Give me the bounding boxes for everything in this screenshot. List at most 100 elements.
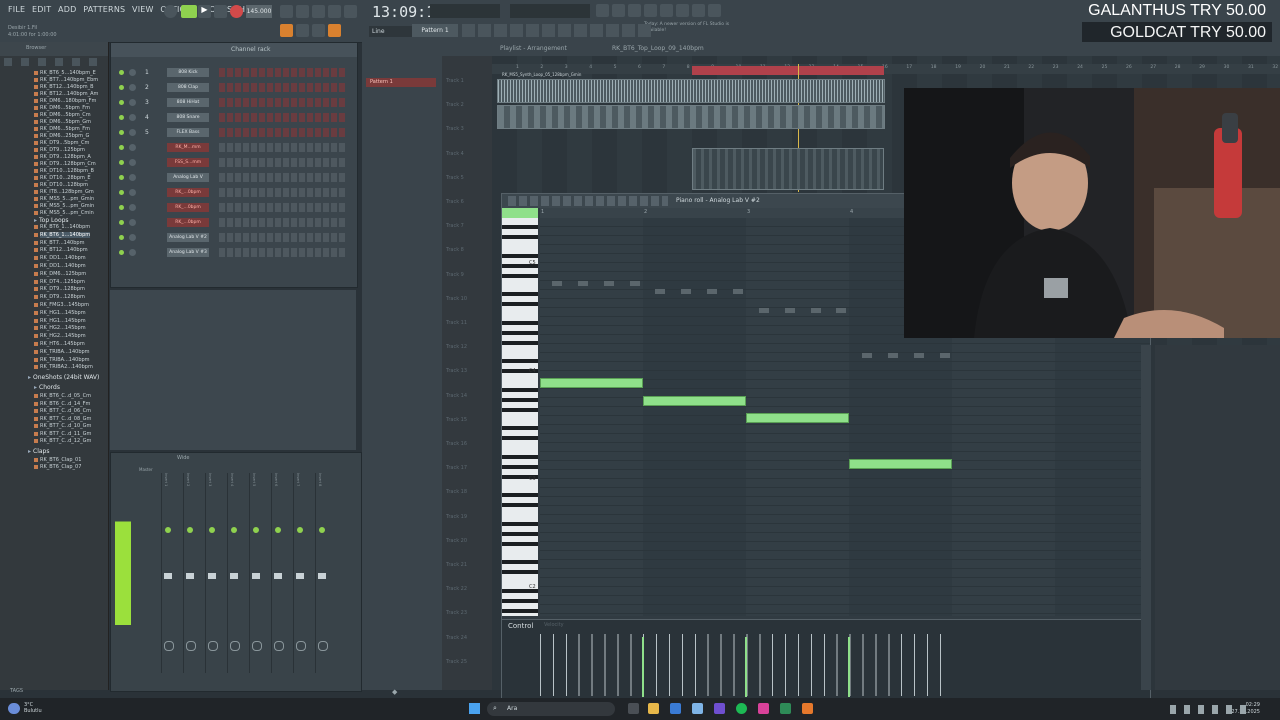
mixer-insert[interactable]: Insert 8 [315, 473, 330, 673]
channel-mute-led[interactable] [119, 235, 124, 240]
toolbar-icon-c[interactable] [628, 4, 641, 17]
app-icon[interactable] [758, 703, 769, 714]
file-explorer-icon[interactable] [648, 703, 659, 714]
browser-folder[interactable]: Claps [28, 448, 49, 455]
step-sequencer[interactable] [219, 98, 347, 107]
insert-led[interactable] [187, 527, 193, 533]
window-buttons-row[interactable] [462, 24, 652, 37]
toolbar-icon-d[interactable] [644, 4, 657, 17]
channel-mute-led[interactable] [119, 70, 124, 75]
channel-name-button[interactable]: RK_...0bpm [167, 188, 209, 197]
browser-file[interactable]: RK_DD1...140bpm [34, 255, 86, 261]
insert-fader[interactable] [186, 573, 194, 579]
channel-row[interactable]: RK_...0bpm [115, 217, 351, 229]
browser-file[interactable]: RK_BT6_Clap_01 [33, 457, 81, 463]
channel-mute-led[interactable] [119, 115, 124, 120]
wait-input-icon[interactable] [296, 5, 309, 18]
browser-file[interactable]: RK_BT7...140bpm [33, 240, 84, 246]
insert-knob[interactable] [318, 641, 328, 651]
insert-led[interactable] [319, 527, 325, 533]
track-label[interactable]: Track 13 [446, 368, 467, 374]
pattern-song-toggle[interactable] [164, 5, 177, 18]
mixer-insert[interactable]: Insert 3 [205, 473, 220, 673]
step-sequencer[interactable] [219, 143, 347, 152]
midi-note[interactable] [746, 413, 849, 423]
insert-led[interactable] [253, 527, 259, 533]
channel-mute-led[interactable] [119, 220, 124, 225]
track-label[interactable]: Track 21 [446, 562, 467, 568]
browser-file[interactable]: RK_MS5_5...pm_Cmin [34, 210, 94, 216]
browser-file[interactable]: RK_DM6...5bpm_Cm [34, 112, 91, 118]
menu-file[interactable]: FILE [8, 5, 25, 14]
channel-name-button[interactable]: FLEX Bass [167, 128, 209, 137]
browser-file[interactable]: RK_TRIBA...140bpm [34, 349, 90, 355]
browser-file[interactable]: RK_DM6...25bpm_G [33, 133, 89, 139]
menu-edit[interactable]: EDIT [32, 5, 51, 14]
insert-fader[interactable] [296, 573, 304, 579]
midi-note[interactable] [643, 396, 746, 406]
playlist-loop-selection[interactable] [692, 66, 884, 75]
browser-file[interactable]: RK_FMG3...145bpm [33, 302, 89, 308]
browser-file[interactable]: RK_DD1...140bpm [34, 263, 86, 269]
toolbar-icon-h[interactable] [708, 4, 721, 17]
mixer-insert[interactable]: Insert 6 [271, 473, 286, 673]
browser-file[interactable]: RK_DM6...180bpm_Fm [33, 98, 96, 104]
browser-file[interactable]: RK_HT6...145bpm [34, 341, 85, 347]
channel-name-button[interactable]: Analog Lab V #2 [167, 233, 209, 242]
channel-name-button[interactable]: 808 HiHat [167, 98, 209, 107]
browser-file[interactable]: RK_DT9...128bpm [34, 294, 85, 300]
browser-file[interactable]: RK_DM6...5bpm_Gm [33, 119, 91, 125]
track-label[interactable]: Track 19 [446, 514, 467, 520]
snap-icon[interactable] [280, 24, 293, 37]
insert-fader[interactable] [208, 573, 216, 579]
velocity-bar[interactable] [642, 637, 644, 697]
mixer-insert[interactable]: Insert 2 [183, 473, 198, 673]
control-label[interactable]: Control [508, 622, 533, 630]
insert-fader[interactable] [164, 573, 172, 579]
mixer-insert[interactable]: Insert 4 [227, 473, 242, 673]
channel-mute-led[interactable] [119, 100, 124, 105]
step-sequencer[interactable] [219, 233, 347, 242]
track-label[interactable]: Track 7 [446, 223, 464, 229]
channel-row[interactable]: 1 808 Kick [115, 67, 351, 79]
browser-file[interactable]: RK_BT12...140bpm_B [34, 84, 94, 90]
step-sequencer[interactable] [219, 68, 347, 77]
browser-file[interactable]: RK_BT7_C..d_11_Gm [33, 431, 91, 437]
track-label[interactable]: Track 23 [446, 610, 467, 616]
channel-row[interactable]: 4 808 Snare [115, 112, 351, 124]
channel-pan-knob[interactable] [129, 84, 136, 91]
channel-mute-led[interactable] [119, 190, 124, 195]
browser-file[interactable]: RK_IT8...128bpm_Gm [34, 189, 94, 195]
metronome-icon[interactable] [280, 5, 293, 18]
channel-pan-knob[interactable] [129, 219, 136, 226]
browser-tags-label[interactable]: TAGS [10, 688, 23, 694]
menu-patterns[interactable]: PATTERNS [83, 5, 125, 14]
track-label[interactable]: Track 15 [446, 417, 467, 423]
track-label[interactable]: Track 6 [446, 199, 464, 205]
toolbar-icon-a[interactable] [596, 4, 609, 17]
browser-file[interactable]: RK_BT6_C..d_14_Fm [33, 401, 90, 407]
browser-file[interactable]: RK_DT10...128bpm [33, 182, 88, 188]
channel-pan-knob[interactable] [129, 144, 136, 151]
channel-name-button[interactable]: 808 Snare [167, 113, 209, 122]
channel-mute-led[interactable] [119, 130, 124, 135]
channel-name-button[interactable]: 808 Kick [167, 68, 209, 77]
velocity-bar[interactable] [848, 637, 850, 697]
insert-knob[interactable] [186, 641, 196, 651]
browser-file[interactable]: RK_TRIBA2...140bpm [34, 364, 93, 370]
typing-keyboard-icon[interactable] [328, 24, 341, 37]
step-sequencer[interactable] [219, 83, 347, 92]
app-icon[interactable] [780, 703, 791, 714]
browser-file[interactable]: RK_DT9...5bpm_Cm [33, 140, 89, 146]
insert-knob[interactable] [208, 641, 218, 651]
mixer-insert[interactable]: Insert 7 [293, 473, 308, 673]
browser-file[interactable]: RK_BT7...140bpm_Ebm [33, 77, 98, 83]
taskbar-search[interactable]: ⌕ Ara [487, 702, 615, 716]
channel-pan-knob[interactable] [129, 204, 136, 211]
channel-row[interactable]: RK_M...mm [115, 142, 351, 154]
channel-pan-knob[interactable] [129, 174, 136, 181]
browser-file[interactable]: RK_DT9...128bpm [34, 286, 85, 292]
playlist-ruler[interactable]: 1234567891011121314151617181920212223242… [492, 64, 1280, 74]
step-sequencer[interactable] [219, 188, 347, 197]
piano-roll-tools[interactable] [508, 196, 668, 206]
